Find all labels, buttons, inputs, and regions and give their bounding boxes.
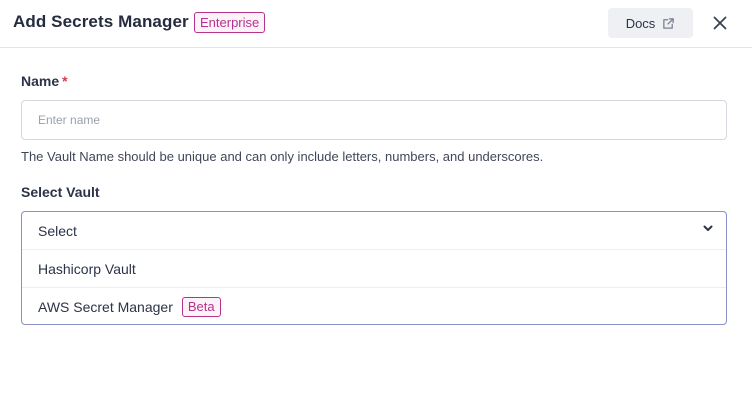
name-label-text: Name <box>21 73 60 89</box>
docs-button[interactable]: Docs <box>608 8 693 38</box>
modal-title: Add Secrets Manager <box>13 12 189 31</box>
close-icon <box>713 16 727 30</box>
vault-select-control[interactable]: Select <box>22 212 726 250</box>
close-button[interactable] <box>710 13 730 33</box>
enterprise-badge: Enterprise <box>194 12 266 33</box>
docs-label: Docs <box>625 15 656 31</box>
modal-header: Add Secrets Manager Enterprise Docs <box>0 0 752 48</box>
vault-dropdown[interactable]: Select Hashicorp Vault AWS Secret Manage… <box>21 211 727 325</box>
name-help-text: The Vault Name should be unique and can … <box>21 149 544 164</box>
name-label: Name * <box>21 73 68 89</box>
vault-option-label: Hashicorp Vault <box>38 260 136 277</box>
chevron-down-icon <box>703 225 713 231</box>
external-link-icon <box>663 17 675 29</box>
name-input[interactable] <box>21 100 727 140</box>
vault-selected-value: Select <box>38 222 77 239</box>
select-vault-label: Select Vault <box>21 184 100 200</box>
beta-badge: Beta <box>181 297 221 317</box>
required-mark: * <box>62 73 68 89</box>
vault-option-label: AWS Secret Manager <box>38 299 173 315</box>
vault-option-hashicorp[interactable]: Hashicorp Vault <box>22 250 726 288</box>
vault-option-aws[interactable]: AWS Secret Manager Beta <box>22 288 726 326</box>
